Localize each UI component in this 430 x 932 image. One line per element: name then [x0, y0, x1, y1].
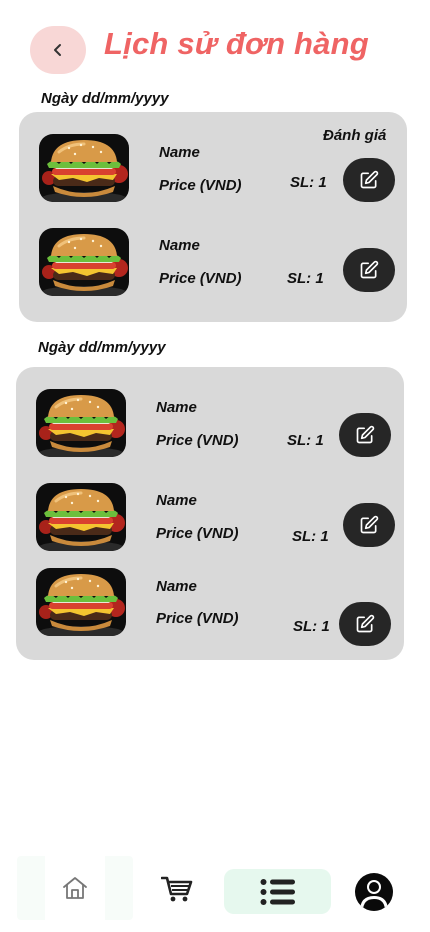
item-quantity: SL: 1 [292, 528, 329, 545]
item-quantity: SL: 1 [293, 618, 330, 635]
item-price: Price (VND) [159, 270, 242, 287]
item-price: Price (VND) [159, 177, 242, 194]
burger-image [39, 134, 129, 202]
item-quantity: SL: 1 [287, 432, 324, 449]
chevron-left-icon [54, 44, 61, 56]
item-price: Price (VND) [156, 525, 239, 542]
edit-icon [359, 260, 379, 280]
burger-image [36, 389, 126, 457]
edit-review-button[interactable] [339, 413, 391, 457]
cart-icon [161, 876, 193, 902]
edit-icon [359, 170, 379, 190]
bottom-nav [0, 852, 430, 932]
order-card: Name Price (VND) SL: 1 Name Price (VND) … [16, 367, 404, 660]
item-quantity: SL: 1 [290, 174, 327, 191]
burger-image [36, 483, 126, 551]
order-date: Ngày dd/mm/yyyy [38, 339, 166, 356]
edit-icon [355, 614, 375, 634]
user-icon [355, 873, 393, 911]
edit-icon [359, 515, 379, 535]
list-icon [260, 878, 295, 905]
item-name: Name [156, 492, 197, 509]
item-name: Name [156, 399, 197, 416]
order-date: Ngày dd/mm/yyyy [41, 90, 169, 107]
item-price: Price (VND) [156, 432, 239, 449]
rating-label: Đánh giá [323, 127, 387, 144]
nav-profile[interactable] [354, 872, 394, 912]
edit-review-button[interactable] [343, 503, 395, 547]
nav-cart[interactable] [152, 864, 202, 914]
edit-review-button[interactable] [343, 158, 395, 202]
item-price: Price (VND) [156, 610, 239, 627]
nav-home[interactable] [17, 856, 133, 920]
burger-image [36, 568, 126, 636]
item-name: Name [159, 144, 200, 161]
item-name: Name [156, 578, 197, 595]
item-name: Name [159, 237, 200, 254]
burger-image [39, 228, 129, 296]
item-quantity: SL: 1 [287, 270, 324, 287]
nav-orders[interactable] [224, 869, 331, 914]
order-card: Đánh giá Name Price (VND) SL: 1 Name Pri… [19, 112, 407, 322]
edit-icon [355, 425, 375, 445]
home-icon [63, 877, 87, 899]
page-title: Lịch sử đơn hàng [104, 26, 369, 61]
edit-review-button[interactable] [339, 602, 391, 646]
edit-review-button[interactable] [343, 248, 395, 292]
back-button[interactable] [30, 26, 86, 74]
